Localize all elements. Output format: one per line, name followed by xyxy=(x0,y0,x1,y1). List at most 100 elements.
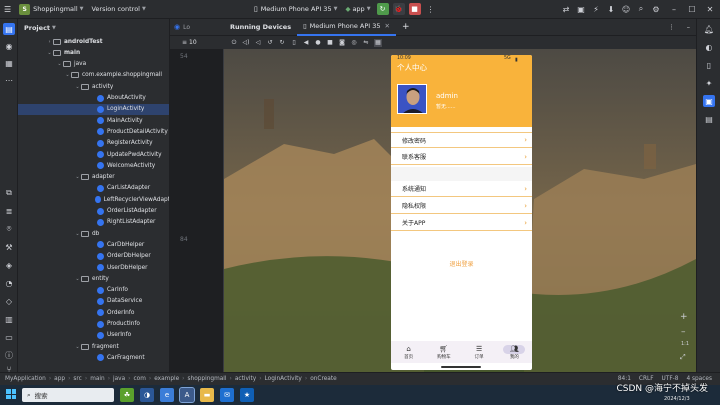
vcs-menu[interactable]: Version control ▼ xyxy=(87,0,149,19)
tree-file[interactable]: LeftRecyclerViewAdapt xyxy=(18,194,169,205)
store-icon[interactable]: ★ xyxy=(240,388,254,402)
layout-toggle-icon[interactable]: ▦ xyxy=(374,38,382,47)
tree-file[interactable]: WelcomeActivity xyxy=(18,160,169,171)
phone-screen[interactable]: 10:09 5G ▮ 个人中心 admin 暂无...... 修改密码 › 联系客… xyxy=(391,55,532,370)
tree-folder[interactable]: › androidTest xyxy=(18,36,169,47)
breadcrumb-item[interactable]: MyApplication xyxy=(5,376,46,382)
breadcrumb-item[interactable]: example xyxy=(154,376,179,382)
sdk-manager-icon[interactable]: ⬇ xyxy=(605,3,617,15)
nav-cart[interactable]: 🛒︎ 购物车 xyxy=(431,345,457,360)
more-tools-icon[interactable]: ⋯ xyxy=(3,74,15,86)
stop-button[interactable]: ■ xyxy=(408,3,421,15)
tree-file[interactable]: ProductInfo xyxy=(18,319,169,330)
nav-profile[interactable]: 👥︎ 我的 xyxy=(501,344,527,360)
home-icon[interactable]: ● xyxy=(314,39,322,47)
tree-file[interactable]: RightListAdapter xyxy=(18,217,169,228)
tree-file[interactable]: CarDbHelper xyxy=(18,239,169,250)
editor-tab-label[interactable]: Lo xyxy=(183,24,190,31)
search-icon[interactable]: ⌕ xyxy=(635,3,647,15)
account-icon[interactable]: ☺ xyxy=(620,3,632,15)
profiler-tool-icon[interactable]: ◔ xyxy=(3,277,15,289)
commit-tool-icon[interactable]: ◉ xyxy=(3,40,15,52)
tree-file[interactable]: OrderDbHelper xyxy=(18,251,169,262)
gradle-icon[interactable]: ◐ xyxy=(703,41,715,53)
gem-icon[interactable]: ◇ xyxy=(3,295,15,307)
tree-file[interactable]: OrderListAdapter xyxy=(18,206,169,217)
settings-gear-icon[interactable]: ⚙ xyxy=(650,3,662,15)
maximize-button[interactable]: ☐ xyxy=(686,3,698,15)
more-actions-icon[interactable]: ⋮ xyxy=(425,3,437,15)
android-studio-icon[interactable]: A xyxy=(179,387,195,403)
tree-folder[interactable]: ⌄ main xyxy=(18,47,169,58)
tree-folder[interactable]: ⌄ entity xyxy=(18,273,169,284)
minimize-panel-icon[interactable]: – xyxy=(681,19,696,36)
breadcrumb-item[interactable]: activity xyxy=(235,376,256,382)
zoom-fit-icon[interactable]: ⤢ xyxy=(680,353,686,362)
notifications-icon[interactable]: 🔔︎ xyxy=(703,23,715,35)
tree-folder[interactable]: ⌄ adapter xyxy=(18,172,169,183)
tree-file[interactable]: OrderInfo xyxy=(18,307,169,318)
emulator-icon[interactable]: ▤ xyxy=(703,113,715,125)
tree-file[interactable]: DataService xyxy=(18,296,169,307)
record-icon[interactable]: ◎ xyxy=(350,39,358,47)
code-editor[interactable]: ◉ Lo ≡ 10 54 84 xyxy=(170,19,224,372)
breadcrumb-item[interactable]: shoppingmall xyxy=(188,376,227,382)
tree-file[interactable]: CarFragment xyxy=(18,352,169,363)
zoom-out-icon[interactable]: – xyxy=(681,327,686,337)
fold-icon[interactable]: ▯ xyxy=(290,39,298,47)
device-manager-tool-icon[interactable]: ▯ xyxy=(703,59,715,71)
tree-file[interactable]: UserDbHelper xyxy=(18,262,169,273)
minimize-button[interactable]: – xyxy=(668,3,680,15)
breadcrumb-item[interactable]: onCreate xyxy=(310,376,336,382)
rotate-left-icon[interactable]: ↺ xyxy=(266,39,274,47)
breadcrumb-item[interactable]: com xyxy=(134,376,146,382)
device-explorer-icon[interactable]: ◈ xyxy=(3,259,15,271)
zoom-actual-icon[interactable]: 1:1 xyxy=(681,341,689,347)
tree-folder[interactable]: ⌄ activity xyxy=(18,81,169,92)
close-tab-icon[interactable]: ✕ xyxy=(385,22,390,30)
widgets-icon[interactable]: ☘ xyxy=(120,388,134,402)
menu-system-notice[interactable]: 系统通知 › xyxy=(391,181,532,197)
menu-contact-support[interactable]: 联系客服 › xyxy=(391,149,532,165)
task-view-icon[interactable]: ◑ xyxy=(140,388,154,402)
profiler-icon[interactable]: ⚡ xyxy=(590,3,602,15)
tree-file[interactable]: UpdatePwdActivity xyxy=(18,149,169,160)
tree-folder[interactable]: ⌄ java xyxy=(18,59,169,70)
device-manager-icon[interactable]: ▣ xyxy=(575,3,587,15)
power-icon[interactable]: ⏻ xyxy=(230,39,238,47)
tree-file[interactable]: LoginActivity xyxy=(18,103,169,115)
tree-folder[interactable]: ⌄ db xyxy=(18,228,169,239)
build-variants-icon[interactable]: ⧉ xyxy=(3,187,15,199)
file-explorer-icon[interactable]: ▬ xyxy=(200,388,214,402)
tree-file[interactable]: ProductDetailActivity xyxy=(18,126,169,137)
terminal-icon[interactable]: ▭ xyxy=(3,331,15,343)
volume-down-icon[interactable]: ◁ xyxy=(254,39,262,47)
app-inspection-icon[interactable]: ⌾ xyxy=(3,223,15,235)
taskbar-search-box[interactable]: ⌕ 搜索 xyxy=(22,388,114,402)
run-config-selector[interactable]: ◆ app ▼ xyxy=(341,0,374,19)
tree-folder[interactable]: ⌄ com.example.shoppingmall xyxy=(18,70,169,81)
project-switcher[interactable]: S Shoppingmall ▼ xyxy=(15,0,87,19)
breadcrumb-item[interactable]: main xyxy=(90,376,104,382)
rerun-button[interactable]: ↻ xyxy=(376,3,389,15)
logout-button[interactable]: 退出登录 xyxy=(391,259,532,268)
breadcrumb-item[interactable]: LoginActivity xyxy=(265,376,302,382)
project-panel-header[interactable]: Project ▼ xyxy=(18,19,169,36)
tree-file[interactable]: CarInfo xyxy=(18,285,169,296)
breadcrumb-item[interactable]: java xyxy=(113,376,125,382)
main-menu-button[interactable]: ☰ xyxy=(0,0,15,19)
overview-icon[interactable]: ■ xyxy=(326,39,334,47)
volume-up-icon[interactable]: ◁) xyxy=(242,39,250,47)
close-button[interactable]: ✕ xyxy=(704,3,716,15)
tree-file[interactable]: UserInfo xyxy=(18,330,169,341)
mail-icon[interactable]: ✉ xyxy=(220,388,234,402)
more-options-icon[interactable]: ⋮ xyxy=(662,19,681,36)
menu-change-password[interactable]: 修改密码 › xyxy=(391,132,532,148)
screenshot-icon[interactable]: ◙ xyxy=(338,39,346,47)
nav-orders[interactable]: ☰ 订单 xyxy=(466,345,492,360)
back-icon[interactable]: ◀ xyxy=(302,39,310,47)
add-device-tab-button[interactable]: + xyxy=(396,19,416,36)
mirror-icon[interactable]: ⇋ xyxy=(362,39,370,47)
tree-file[interactable]: RegisterActivity xyxy=(18,138,169,149)
tree-file[interactable]: MainActivity xyxy=(18,115,169,126)
